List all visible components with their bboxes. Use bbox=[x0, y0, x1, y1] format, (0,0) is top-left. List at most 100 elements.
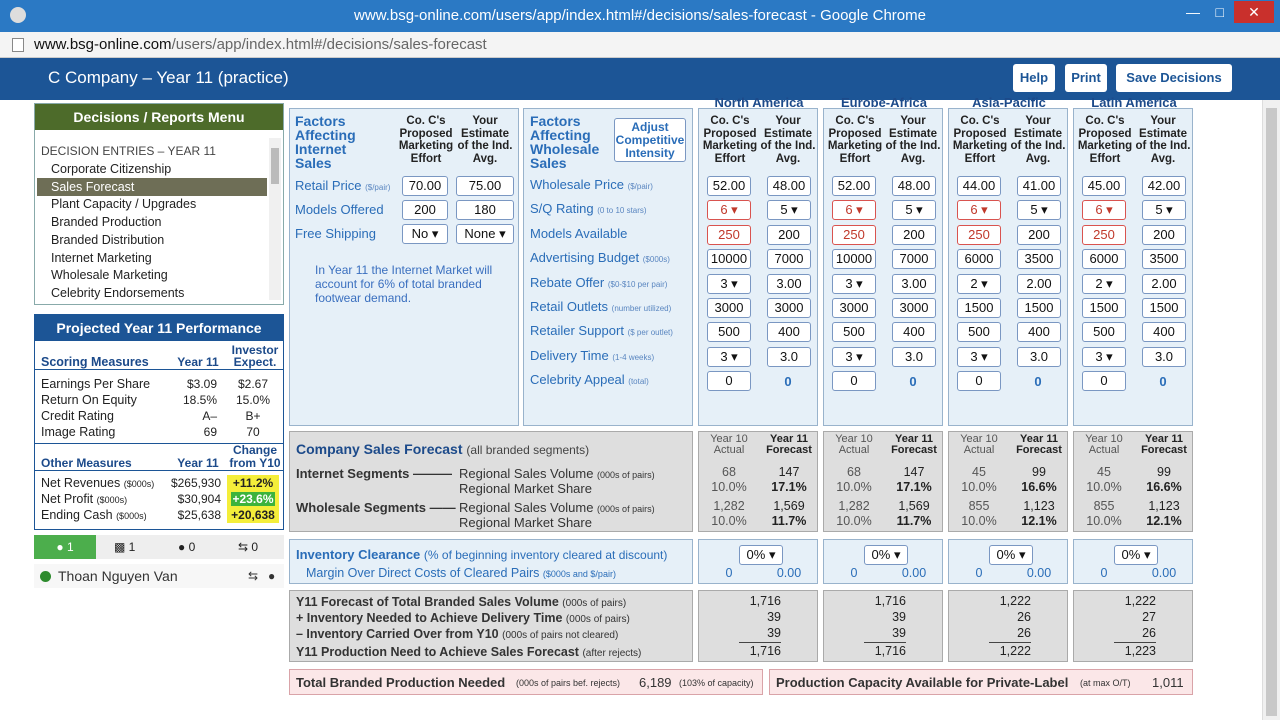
region-2-clearance-select[interactable]: 0% ▾ bbox=[989, 545, 1033, 565]
menu-item-6[interactable]: Wholesale Marketing bbox=[37, 266, 267, 284]
region-2-row-2-proposed[interactable]: 250 bbox=[957, 224, 1001, 245]
menu-scrollbar[interactable] bbox=[269, 138, 281, 300]
region-0-row-0-estimate[interactable]: 48.00 bbox=[767, 176, 811, 196]
share-count[interactable]: ⇆ 0 bbox=[238, 540, 258, 554]
menu-item-5[interactable]: Internet Marketing bbox=[37, 249, 267, 267]
region-1-row-8-proposed[interactable]: 0 bbox=[832, 371, 876, 392]
region-0-row-5-proposed[interactable]: 3000 bbox=[707, 298, 751, 318]
menu-item-7[interactable]: Celebrity Endorsements bbox=[37, 284, 267, 302]
region-2-row-0-proposed[interactable]: 44.00 bbox=[957, 176, 1001, 196]
region-1-row-3-proposed[interactable]: 10000 bbox=[832, 249, 876, 270]
region-0-row-3-proposed[interactable]: 10000 bbox=[707, 249, 751, 270]
region-0-clearance-select[interactable]: 0% ▾ bbox=[739, 545, 783, 565]
region-2-row-6-estimate[interactable]: 400 bbox=[1017, 322, 1061, 343]
region-1-row-7-proposed[interactable]: 3 ▾ bbox=[832, 346, 876, 367]
region-3-clearance-select[interactable]: 0% ▾ bbox=[1114, 545, 1158, 565]
region-1-row-6-estimate[interactable]: 400 bbox=[892, 322, 936, 343]
region-2-row-1-proposed[interactable]: 6 ▾ bbox=[957, 200, 1001, 221]
region-2-row-5-estimate[interactable]: 1500 bbox=[1017, 298, 1061, 318]
region-3-row-3-estimate[interactable]: 3500 bbox=[1142, 249, 1186, 270]
adjust-intensity-button[interactable]: Adjust Competitive Intensity bbox=[614, 118, 686, 162]
region-3-row-4-estimate[interactable]: 2.00 bbox=[1142, 273, 1186, 294]
minimize-icon[interactable]: — bbox=[1186, 4, 1200, 20]
region-2-row-6-proposed[interactable]: 500 bbox=[957, 322, 1001, 343]
internet-estimate-0[interactable]: 75.00 bbox=[456, 176, 514, 196]
region-2-row-3-proposed[interactable]: 6000 bbox=[957, 249, 1001, 270]
region-2-row-4-estimate[interactable]: 2.00 bbox=[1017, 273, 1061, 294]
region-2-row-2-estimate[interactable]: 200 bbox=[1017, 224, 1061, 245]
region-3-row-0-proposed[interactable]: 45.00 bbox=[1082, 176, 1126, 196]
comments-count[interactable]: ▩ 1 bbox=[114, 540, 135, 554]
region-3-row-0-estimate[interactable]: 42.00 bbox=[1142, 176, 1186, 196]
region-3-row-3-proposed[interactable]: 6000 bbox=[1082, 249, 1126, 270]
region-3-row-1-proposed[interactable]: 6 ▾ bbox=[1082, 200, 1126, 221]
region-0-row-5-estimate[interactable]: 3000 bbox=[767, 298, 811, 318]
region-3-row-6-proposed[interactable]: 500 bbox=[1082, 322, 1126, 343]
region-1-row-7-estimate[interactable]: 3.0 bbox=[892, 346, 936, 367]
page-scrollbar[interactable] bbox=[1262, 100, 1280, 720]
menu-item-1[interactable]: Sales Forecast bbox=[37, 177, 267, 196]
menu-item-0[interactable]: Corporate Citizenship bbox=[37, 160, 267, 178]
region-1-row-1-estimate[interactable]: 5 ▾ bbox=[892, 200, 936, 221]
mic-icon[interactable]: ● bbox=[268, 569, 275, 583]
region-3-row-4-proposed[interactable]: 2 ▾ bbox=[1082, 273, 1126, 294]
internet-estimate-1[interactable]: 180 bbox=[456, 200, 514, 220]
people-tab[interactable]: ● 1 bbox=[34, 535, 96, 559]
share-icon[interactable]: ⇆ bbox=[248, 569, 258, 583]
region-0-row-3-estimate[interactable]: 7000 bbox=[767, 249, 811, 270]
region-1-row-4-proposed[interactable]: 3 ▾ bbox=[832, 273, 876, 294]
region-3-row-7-proposed[interactable]: 3 ▾ bbox=[1082, 346, 1126, 367]
region-3-row-1-estimate[interactable]: 5 ▾ bbox=[1142, 200, 1186, 221]
region-1-row-5-estimate[interactable]: 3000 bbox=[892, 298, 936, 318]
region-2-row-7-estimate[interactable]: 3.0 bbox=[1017, 346, 1061, 367]
region-1-row-6-proposed[interactable]: 500 bbox=[832, 322, 876, 343]
save-decisions-button[interactable]: Save Decisions bbox=[1116, 64, 1232, 92]
region-3-row-2-proposed[interactable]: 250 bbox=[1082, 224, 1126, 245]
internet-estimate-2[interactable]: None ▾ bbox=[456, 224, 514, 244]
region-3-row-2-estimate[interactable]: 200 bbox=[1142, 224, 1186, 245]
region-3-row-8-proposed[interactable]: 0 bbox=[1082, 371, 1126, 392]
internet-proposed-2[interactable]: No ▾ bbox=[402, 224, 448, 244]
region-3-row-5-estimate[interactable]: 1500 bbox=[1142, 298, 1186, 318]
region-2-row-3-estimate[interactable]: 3500 bbox=[1017, 249, 1061, 270]
region-1-row-5-proposed[interactable]: 3000 bbox=[832, 298, 876, 318]
region-2-row-0-estimate[interactable]: 41.00 bbox=[1017, 176, 1061, 196]
region-1-row-3-estimate[interactable]: 7000 bbox=[892, 249, 936, 270]
print-button[interactable]: Print bbox=[1065, 64, 1107, 92]
menu-item-2[interactable]: Plant Capacity / Upgrades bbox=[37, 195, 267, 213]
address-bar[interactable]: www.bsg-online.com/users/app/index.html#… bbox=[0, 32, 1280, 58]
region-1-row-0-proposed[interactable]: 52.00 bbox=[832, 176, 876, 196]
region-2-row-8-proposed[interactable]: 0 bbox=[957, 371, 1001, 392]
region-0-row-7-proposed[interactable]: 3 ▾ bbox=[707, 346, 751, 367]
scrollbar-thumb[interactable] bbox=[1266, 108, 1277, 716]
close-icon[interactable]: ✕ bbox=[1234, 1, 1274, 23]
region-0-row-6-estimate[interactable]: 400 bbox=[767, 322, 811, 343]
region-0-row-2-proposed[interactable]: 250 bbox=[707, 224, 751, 245]
region-1-row-2-estimate[interactable]: 200 bbox=[892, 224, 936, 245]
region-2-row-1-estimate[interactable]: 5 ▾ bbox=[1017, 200, 1061, 221]
region-0-row-2-estimate[interactable]: 200 bbox=[767, 224, 811, 245]
region-0-row-8-proposed[interactable]: 0 bbox=[707, 371, 751, 392]
region-0-row-1-proposed[interactable]: 6 ▾ bbox=[707, 200, 751, 221]
region-0-row-1-estimate[interactable]: 5 ▾ bbox=[767, 200, 811, 221]
region-2-row-5-proposed[interactable]: 1500 bbox=[957, 298, 1001, 318]
maximize-icon[interactable]: □ bbox=[1216, 4, 1224, 20]
region-2-row-4-proposed[interactable]: 2 ▾ bbox=[957, 273, 1001, 294]
internet-proposed-0[interactable]: 70.00 bbox=[402, 176, 448, 196]
region-1-row-4-estimate[interactable]: 3.00 bbox=[892, 273, 936, 294]
region-2-row-7-proposed[interactable]: 3 ▾ bbox=[957, 346, 1001, 367]
internet-proposed-1[interactable]: 200 bbox=[402, 200, 448, 220]
region-1-row-2-proposed[interactable]: 250 bbox=[832, 224, 876, 245]
help-button[interactable]: Help bbox=[1013, 64, 1055, 92]
region-0-row-4-proposed[interactable]: 3 ▾ bbox=[707, 273, 751, 294]
region-3-row-6-estimate[interactable]: 400 bbox=[1142, 322, 1186, 343]
region-1-row-1-proposed[interactable]: 6 ▾ bbox=[832, 200, 876, 221]
region-0-row-4-estimate[interactable]: 3.00 bbox=[767, 273, 811, 294]
region-0-row-7-estimate[interactable]: 3.0 bbox=[767, 346, 811, 367]
region-3-row-7-estimate[interactable]: 3.0 bbox=[1142, 346, 1186, 367]
menu-item-3[interactable]: Branded Production bbox=[37, 213, 267, 231]
region-1-clearance-select[interactable]: 0% ▾ bbox=[864, 545, 908, 565]
menu-item-4[interactable]: Branded Distribution bbox=[37, 231, 267, 249]
region-0-row-6-proposed[interactable]: 500 bbox=[707, 322, 751, 343]
mic-count[interactable]: ● 0 bbox=[178, 540, 195, 554]
